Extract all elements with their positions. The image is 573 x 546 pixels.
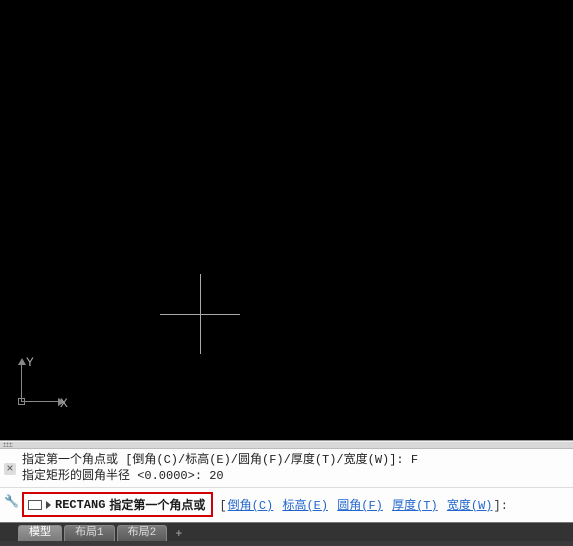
ucs-x-label: X [60, 396, 68, 411]
drawing-canvas[interactable]: Y X [0, 0, 573, 440]
history-line-2-input: 20 [209, 469, 223, 483]
option-f[interactable]: 圆角(F) [336, 499, 384, 513]
option-t[interactable]: 厚度(T) [391, 499, 439, 513]
wrench-icon[interactable]: 🔧 [4, 494, 16, 506]
history-line-1-prompt: 指定第一个角点或 [倒角(C)/标高(E)/圆角(F)/厚度(T)/宽度(W)]… [22, 453, 411, 467]
status-bar [0, 541, 573, 546]
history-line-2-default: <0.0000>: [137, 469, 209, 483]
option-e[interactable]: 标高(E) [281, 499, 329, 513]
history-line-2-prompt: 指定矩形的圆角半径 [22, 469, 137, 483]
command-prompt: 指定第一个角点或 [109, 496, 205, 513]
add-tab-button[interactable]: + [169, 527, 188, 541]
active-command-box: RECTANG 指定第一个角点或 [22, 492, 213, 517]
panel-drag-handle[interactable] [0, 442, 573, 449]
tab-1[interactable]: 布局1 [64, 525, 115, 541]
command-panel: × 指定第一个角点或 [倒角(C)/标高(E)/圆角(F)/厚度(T)/宽度(W… [0, 440, 573, 546]
layout-tabs: 模型布局1布局2+ [0, 522, 573, 541]
tab-2[interactable]: 布局2 [117, 525, 168, 541]
close-icon[interactable]: × [4, 463, 16, 475]
command-history[interactable]: × 指定第一个角点或 [倒角(C)/标高(E)/圆角(F)/厚度(T)/宽度(W… [0, 449, 573, 487]
option-c[interactable]: 倒角(C) [227, 499, 275, 513]
ucs-y-label: Y [26, 355, 34, 370]
ucs-icon: Y X [12, 362, 62, 412]
options-list: [倒角(C) 标高(E) 圆角(F) 厚度(T) 宽度(W)]: [219, 496, 507, 513]
chevron-right-icon [46, 501, 51, 509]
command-name: RECTANG [55, 498, 105, 512]
rectangle-icon [28, 500, 42, 510]
tab-0[interactable]: 模型 [18, 525, 62, 541]
history-line-1-input: F [411, 453, 418, 467]
command-line[interactable]: 🔧 RECTANG 指定第一个角点或 [倒角(C) 标高(E) 圆角(F) 厚度… [0, 487, 573, 522]
option-w[interactable]: 宽度(W) [446, 499, 494, 513]
